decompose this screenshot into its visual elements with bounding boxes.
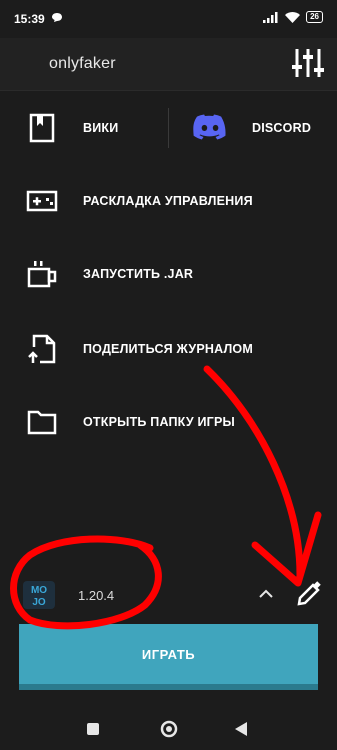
open-folder-button[interactable]: ОТКРЫТЬ ПАПКУ ИГРЫ: [0, 394, 337, 450]
gamepad-icon: [26, 190, 58, 212]
discord-icon: [193, 114, 226, 140]
controls-label: РАСКЛАДКА УПРАВЛЕНИЯ: [83, 194, 253, 208]
profile-name[interactable]: onlyfaker: [49, 55, 116, 73]
app-header: onlyfaker: [0, 38, 337, 90]
coffee-cup-icon: [27, 261, 57, 288]
chevron-up-icon[interactable]: [256, 584, 276, 604]
version-selector[interactable]: MO JO 1.20.4: [0, 570, 337, 620]
chat-bubble-icon: [52, 13, 62, 22]
sliders-icon[interactable]: [291, 46, 325, 80]
status-icons: 26: [263, 11, 323, 23]
version-label: 1.20.4: [78, 588, 115, 603]
status-bar: 15:39 26: [0, 0, 337, 38]
signal-icon: [263, 11, 278, 23]
share-log-label: ПОДЕЛИТЬСЯ ЖУРНАЛОМ: [83, 342, 253, 356]
discord-label: DISCORD: [252, 121, 312, 135]
open-folder-label: ОТКРЫТЬ ПАПКУ ИГРЫ: [83, 415, 235, 429]
mojang-logo-icon: MO JO: [23, 581, 55, 609]
folder-icon: [27, 410, 57, 435]
recents-icon[interactable]: [87, 723, 99, 735]
status-time: 15:39: [14, 12, 45, 26]
svg-text:JO: JO: [32, 597, 46, 608]
wifi-icon: [285, 11, 301, 23]
run-jar-label: ЗАПУСТИТЬ .JAR: [83, 267, 194, 281]
battery-icon: 26: [306, 11, 323, 23]
back-icon[interactable]: [234, 721, 248, 737]
wiki-button[interactable]: ВИКИ: [0, 100, 168, 156]
share-file-icon: [28, 334, 56, 364]
share-log-button[interactable]: ПОДЕЛИТЬСЯ ЖУРНАЛОМ: [0, 321, 337, 377]
home-icon[interactable]: [160, 720, 178, 738]
run-jar-button[interactable]: ЗАПУСТИТЬ .JAR: [0, 246, 337, 302]
wiki-label: ВИКИ: [83, 121, 119, 135]
svg-text:MO: MO: [31, 585, 47, 596]
book-icon: [29, 113, 55, 143]
system-nav-bar: [0, 703, 337, 750]
play-button[interactable]: ИГРАТЬ: [19, 624, 318, 690]
discord-button[interactable]: DISCORD: [169, 100, 337, 156]
controls-button[interactable]: РАСКЛАДКА УПРАВЛЕНИЯ: [0, 173, 337, 229]
header-divider: [0, 90, 337, 91]
pencil-icon[interactable]: [295, 580, 323, 608]
